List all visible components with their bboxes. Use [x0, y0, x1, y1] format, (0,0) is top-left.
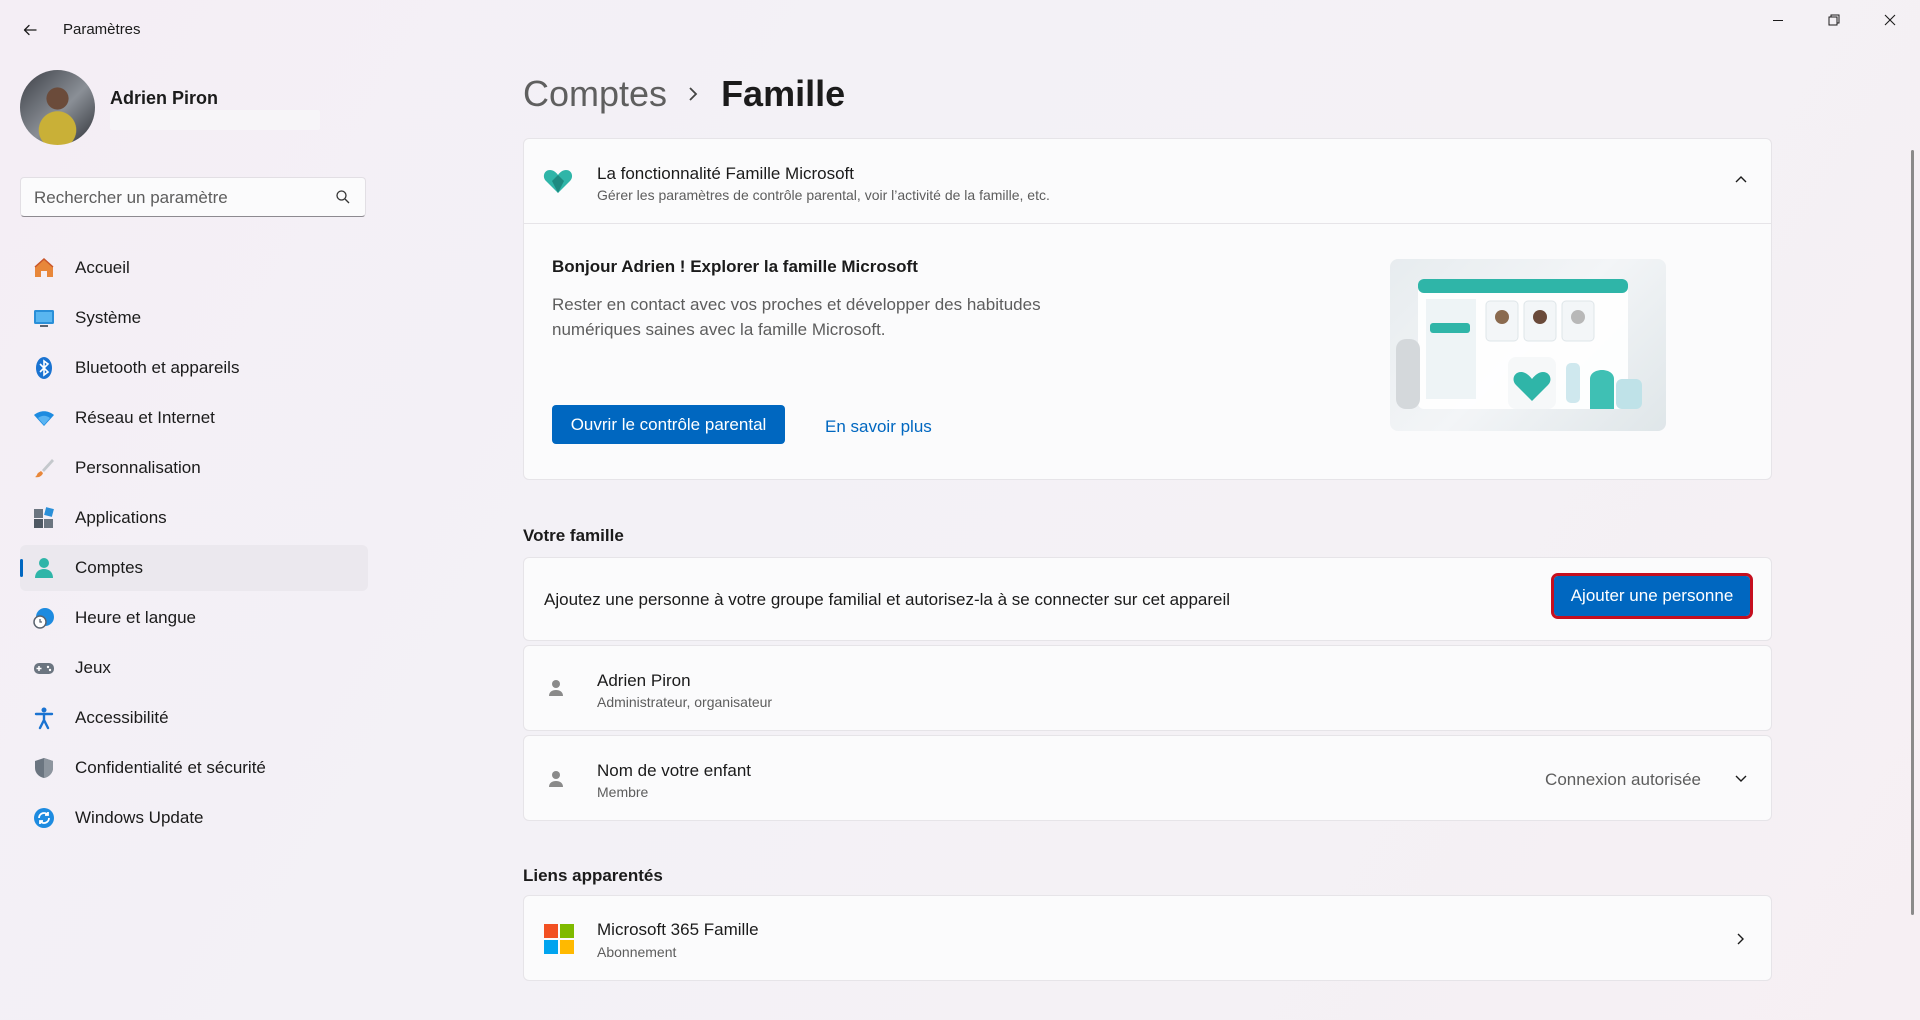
sidebar-item-label: Personnalisation — [75, 458, 201, 477]
close-button[interactable] — [1862, 0, 1918, 40]
your-family-heading: Votre famille — [523, 526, 624, 545]
shield-icon — [32, 756, 56, 780]
restore-icon — [1828, 14, 1840, 26]
related-link-subtitle: Abonnement — [597, 944, 677, 960]
related-links-heading: Liens apparentés — [523, 866, 663, 885]
home-icon — [32, 256, 56, 280]
minimize-button[interactable] — [1750, 0, 1806, 40]
member-name: Nom de votre enfant — [597, 761, 752, 780]
restore-button[interactable] — [1806, 0, 1862, 40]
profile-email-redacted — [110, 110, 320, 130]
add-person-card: Ajoutez une personne à votre groupe fami… — [523, 557, 1772, 641]
sidebar-item-reseau[interactable]: Réseau et Internet — [20, 395, 368, 441]
sidebar-item-windows-update[interactable]: Windows Update — [20, 795, 368, 841]
sidebar-item-label: Accueil — [75, 258, 130, 277]
search-icon[interactable] — [335, 189, 351, 205]
person-icon — [549, 680, 563, 696]
chevron-right-icon — [687, 86, 699, 102]
family-heart-icon — [543, 170, 573, 193]
family-feature-header[interactable]: La fonctionnalité Famille Microsoft Gére… — [524, 139, 1771, 224]
avatar[interactable] — [20, 70, 95, 145]
sidebar-item-confidentialite[interactable]: Confidentialité et sécurité — [20, 745, 368, 791]
related-link-title: Microsoft 365 Famille — [597, 920, 759, 939]
sidebar-item-systeme[interactable]: Système — [20, 295, 368, 341]
member-role: Membre — [597, 784, 649, 800]
sidebar-item-bluetooth[interactable]: Bluetooth et appareils — [20, 345, 368, 391]
related-link-row[interactable]: Microsoft 365 Famille Abonnement — [523, 895, 1772, 981]
sidebar-item-jeux[interactable]: Jeux — [20, 645, 368, 691]
update-icon — [32, 806, 56, 830]
sidebar-item-label: Jeux — [75, 658, 111, 677]
brush-icon — [32, 456, 56, 480]
back-button[interactable] — [16, 16, 44, 44]
page-title: Famille — [721, 73, 846, 114]
back-arrow-icon — [23, 24, 37, 36]
sidebar-item-accueil[interactable]: Accueil — [20, 245, 368, 291]
minimize-icon — [1773, 20, 1783, 21]
scrollbar[interactable] — [1911, 150, 1914, 915]
bluetooth-icon — [32, 356, 56, 380]
search-input[interactable]: Rechercher un paramètre — [34, 188, 228, 208]
member-role: Administrateur, organisateur — [597, 694, 773, 710]
sidebar-item-accessibilite[interactable]: Accessibilité — [20, 695, 368, 741]
family-hello-heading: Bonjour Adrien ! Explorer la famille Mic… — [552, 257, 918, 276]
family-member-row[interactable]: Adrien Piron Administrateur, organisateu… — [523, 645, 1772, 731]
sidebar-item-label: Windows Update — [75, 808, 204, 827]
sidebar-item-label: Comptes — [75, 558, 144, 577]
active-indicator — [20, 559, 23, 577]
sidebar-item-applications[interactable]: Applications — [20, 495, 368, 541]
close-icon — [1884, 14, 1896, 26]
member-status: Connexion autorisée — [1545, 770, 1701, 789]
sidebar-item-label: Accessibilité — [75, 708, 169, 727]
sidebar-item-label: Confidentialité et sécurité — [75, 758, 266, 777]
search-box[interactable]: Rechercher un paramètre — [20, 177, 366, 217]
accessibility-icon — [32, 706, 56, 730]
chevron-right-icon[interactable] — [1733, 931, 1749, 947]
microsoft-logo-icon — [544, 924, 574, 954]
sidebar-item-label: Réseau et Internet — [75, 408, 215, 427]
sidebar-item-label: Système — [75, 308, 142, 327]
person-icon — [549, 771, 563, 787]
display-icon — [32, 306, 56, 330]
chevron-up-icon[interactable] — [1733, 171, 1749, 187]
add-person-text: Ajoutez une personne à votre groupe fami… — [544, 590, 1231, 609]
family-promo-image — [1390, 259, 1666, 431]
sidebar-item-comptes[interactable]: Comptes — [20, 545, 368, 591]
sidebar-item-personnalisation[interactable]: Personnalisation — [20, 445, 368, 491]
member-name: Adrien Piron — [597, 671, 691, 690]
chevron-down-icon[interactable] — [1733, 771, 1749, 787]
app-title: Paramètres — [63, 21, 141, 38]
sidebar-item-label: Heure et langue — [75, 608, 196, 627]
learn-more-link[interactable]: En savoir plus — [825, 417, 932, 437]
open-parental-control-button[interactable]: Ouvrir le contrôle parental — [552, 405, 785, 444]
family-description: Rester en contact avec vos proches et dé… — [552, 295, 1041, 339]
add-person-button[interactable]: Ajouter une personne — [1551, 573, 1753, 619]
sidebar-nav: Accueil Système Bluetooth et appareils R… — [20, 245, 368, 845]
title-bar: Paramètres — [0, 0, 1920, 60]
sidebar-item-label: Applications — [75, 508, 167, 527]
person-icon — [32, 556, 56, 580]
family-member-row[interactable]: Nom de votre enfant Membre Connexion aut… — [523, 735, 1772, 821]
family-feature-title: La fonctionnalité Famille Microsoft — [597, 164, 855, 183]
gamepad-icon — [32, 656, 56, 680]
profile-name: Adrien Piron — [110, 88, 219, 108]
globe-clock-icon — [32, 606, 56, 630]
sidebar-item-heure[interactable]: Heure et langue — [20, 595, 368, 641]
sidebar-item-label: Bluetooth et appareils — [75, 358, 240, 377]
breadcrumb-parent[interactable]: Comptes — [523, 73, 667, 115]
apps-icon — [32, 506, 56, 530]
breadcrumb: Comptes Famille — [523, 70, 845, 118]
family-feature-card: La fonctionnalité Famille Microsoft Gére… — [523, 138, 1772, 480]
wifi-icon — [32, 406, 56, 430]
family-feature-subtitle: Gérer les paramètres de contrôle parenta… — [597, 187, 1050, 203]
